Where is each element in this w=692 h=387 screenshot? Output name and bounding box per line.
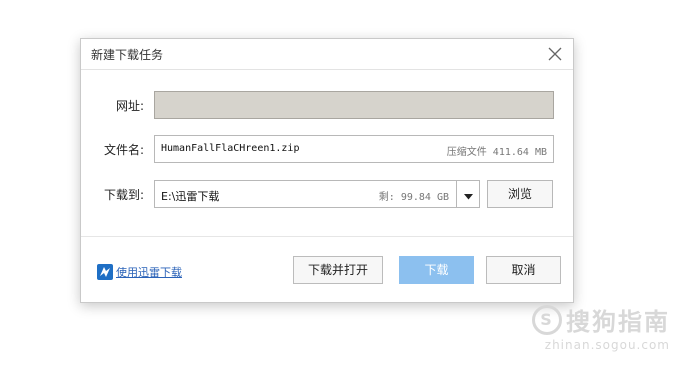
browse-button[interactable]: 浏览 xyxy=(487,180,553,208)
footer-divider xyxy=(81,236,573,237)
saveto-path-value: E:\迅雷下载 xyxy=(161,190,220,203)
free-space-text: 剩: 99.84 GB xyxy=(378,192,449,203)
new-download-dialog: 新建下载任务 网址: 文件名: HumanFallFlaCHreen1.zip … xyxy=(80,38,574,303)
download-button[interactable]: 下载 xyxy=(399,256,474,284)
sogou-logo-icon: S xyxy=(532,304,562,335)
saveto-label: 下载到: xyxy=(103,188,144,202)
path-dropdown-button[interactable] xyxy=(456,181,479,207)
filename-value: HumanFallFlaCHreen1.zip xyxy=(161,143,300,154)
close-icon[interactable] xyxy=(545,44,565,64)
download-and-open-button[interactable]: 下载并打开 xyxy=(293,256,383,284)
chevron-down-icon xyxy=(463,185,473,204)
sogou-watermark: S 搜狗指南 zhinan.sogou.com xyxy=(532,302,670,352)
saveto-row: 下载到: E:\迅雷下载 剩: 99.84 GB 浏览 xyxy=(81,180,573,208)
cancel-button[interactable]: 取消 xyxy=(486,256,561,284)
use-xunlei-label: 使用迅雷下载 xyxy=(116,266,182,279)
watermark-site: zhinan.sogou.com xyxy=(544,338,670,352)
dialog-title: 新建下载任务 xyxy=(91,48,164,62)
saveto-path-field[interactable]: E:\迅雷下载 剩: 99.84 GB xyxy=(154,180,480,208)
url-row: 网址: xyxy=(81,91,573,119)
filename-label: 文件名: xyxy=(103,143,144,157)
watermark-brand: 搜狗指南 xyxy=(566,308,670,336)
url-input[interactable] xyxy=(154,91,554,119)
use-xunlei-link[interactable]: 使用迅雷下载 xyxy=(97,264,182,280)
file-type-size: 压缩文件 411.64 MB xyxy=(446,147,547,158)
xunlei-icon xyxy=(97,264,113,280)
title-bar: 新建下载任务 xyxy=(81,39,573,70)
url-label: 网址: xyxy=(115,99,144,113)
filename-field[interactable]: HumanFallFlaCHreen1.zip 压缩文件 411.64 MB xyxy=(154,135,554,163)
screen: 新建下载任务 网址: 文件名: HumanFallFlaCHreen1.zip … xyxy=(0,0,692,387)
filename-row: 文件名: HumanFallFlaCHreen1.zip 压缩文件 411.64… xyxy=(81,135,573,163)
watermark-brand-line: S 搜狗指南 xyxy=(532,302,670,337)
